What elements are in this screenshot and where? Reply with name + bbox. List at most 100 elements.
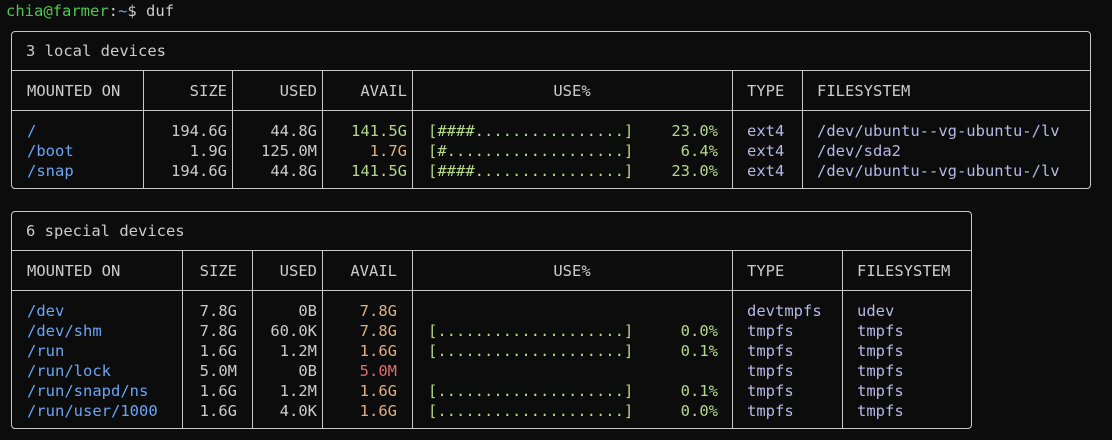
- header-size: SIZE: [189, 82, 227, 100]
- special-devices-table: 6 special devices MOUNTED ON SIZE USED AVAIL…: [11, 211, 972, 429]
- column-separator: [322, 70, 323, 188]
- row-type: tmpfs: [747, 342, 794, 360]
- column-separator: [842, 250, 843, 428]
- local-devices-table: 3 local devices MOUNTED ON SIZE USED AVAIL US…: [11, 31, 1091, 189]
- row-size: 1.6G: [199, 402, 237, 420]
- row-avail: 5.0M: [359, 362, 397, 380]
- prompt-command: duf: [146, 2, 175, 20]
- row-fs: /dev/sda2: [817, 142, 901, 160]
- row-fs: tmpfs: [857, 382, 904, 400]
- row-mount: /boot: [27, 142, 74, 160]
- shell-prompt: chia@farmer:~$ duf: [6, 1, 174, 21]
- row-mount: /dev/shm: [27, 322, 102, 340]
- row-fs: tmpfs: [857, 322, 904, 340]
- row-size: 5.0M: [199, 362, 237, 380]
- header-type: TYPE: [747, 82, 785, 100]
- row-bar-usage-bar: [....................]: [428, 402, 634, 420]
- row-pct: 0.0%: [680, 322, 718, 340]
- column-separator: [182, 250, 183, 428]
- prompt-dollar: $: [127, 2, 137, 20]
- row-type: tmpfs: [747, 402, 794, 420]
- row-pct: 23.0%: [671, 162, 718, 180]
- row-used: 4.0K: [279, 402, 317, 420]
- row-pct: 23.0%: [671, 122, 718, 140]
- row-type: tmpfs: [747, 322, 794, 340]
- caption-divider: [12, 250, 971, 251]
- row-mount: /run/lock: [27, 362, 111, 380]
- row-type: ext4: [747, 142, 785, 160]
- header-size: SIZE: [199, 262, 237, 280]
- row-avail: 141.5G: [351, 162, 407, 180]
- column-separator: [252, 250, 253, 428]
- header-avail: AVAIL: [350, 262, 397, 280]
- special-table-caption: 6 special devices: [26, 222, 185, 240]
- row-mount: /run/user/1000: [27, 402, 158, 420]
- local-table-caption: 3 local devices: [26, 42, 166, 60]
- header-mounted-on: MOUNTED ON: [27, 262, 121, 280]
- row-size: 194.6G: [171, 122, 227, 140]
- row-used: 1.2M: [279, 382, 317, 400]
- row-fs: tmpfs: [857, 342, 904, 360]
- header-used: USED: [279, 262, 317, 280]
- row-fs: tmpfs: [857, 402, 904, 420]
- column-separator: [732, 250, 733, 428]
- row-used: 125.0M: [261, 142, 317, 160]
- row-size: 7.8G: [199, 302, 237, 320]
- header-used: USED: [279, 82, 317, 100]
- row-fs: /dev/ubuntu--vg-ubuntu-/lv: [817, 162, 1060, 180]
- row-avail: 1.6G: [359, 342, 397, 360]
- row-type: ext4: [747, 162, 785, 180]
- row-used: 44.8G: [270, 122, 317, 140]
- row-pct: 6.4%: [680, 142, 718, 160]
- header-use-pct: USE%: [553, 82, 591, 100]
- row-size: 1.6G: [199, 342, 237, 360]
- row-type: ext4: [747, 122, 785, 140]
- column-separator: [232, 70, 233, 188]
- column-separator: [732, 70, 733, 188]
- row-mount: /run/snapd/ns: [27, 382, 149, 400]
- row-bar-usage-bar: [#...................]: [428, 142, 634, 160]
- row-bar-usage-bar: [####................]: [428, 162, 634, 180]
- row-bar-usage-bar: [....................]: [428, 382, 634, 400]
- row-size: 1.9G: [189, 142, 227, 160]
- header-divider: [12, 290, 971, 291]
- row-fs: /dev/ubuntu--vg-ubuntu-/lv: [817, 122, 1060, 140]
- row-bar-usage-bar: [####................]: [428, 122, 634, 140]
- prompt-path: ~: [118, 2, 128, 20]
- row-mount: /snap: [27, 162, 74, 180]
- column-separator: [322, 250, 323, 428]
- header-filesystem: FILESYSTEM: [857, 262, 951, 280]
- row-size: 194.6G: [171, 162, 227, 180]
- row-pct: 0.1%: [680, 382, 718, 400]
- row-used: 60.0K: [270, 322, 317, 340]
- row-avail: 1.6G: [359, 402, 397, 420]
- row-bar-usage-bar: [....................]: [428, 342, 634, 360]
- row-avail: 7.8G: [359, 302, 397, 320]
- row-mount: /: [27, 122, 37, 140]
- row-size: 7.8G: [199, 322, 237, 340]
- row-fs: tmpfs: [857, 362, 904, 380]
- row-type: tmpfs: [747, 382, 794, 400]
- prompt-user-host: chia@farmer: [6, 2, 109, 20]
- row-bar-usage-bar: [428, 301, 648, 321]
- header-use-pct: USE%: [553, 262, 591, 280]
- row-avail: 7.8G: [359, 322, 397, 340]
- row-used: 44.8G: [270, 162, 317, 180]
- row-fs: udev: [857, 302, 895, 320]
- header-avail: AVAIL: [360, 82, 407, 100]
- row-used: 0B: [298, 362, 317, 380]
- column-separator: [802, 70, 803, 188]
- row-pct: 0.1%: [680, 342, 718, 360]
- prompt-separator: :: [108, 2, 118, 20]
- row-bar-usage-bar: [428, 361, 648, 381]
- header-divider: [12, 110, 1090, 111]
- row-avail: 1.6G: [359, 382, 397, 400]
- header-type: TYPE: [747, 262, 785, 280]
- row-type: tmpfs: [747, 362, 794, 380]
- row-used: 1.2M: [279, 342, 317, 360]
- row-pct: 0.0%: [680, 402, 718, 420]
- row-bar-usage-bar: [....................]: [428, 322, 634, 340]
- row-pct: [652, 301, 718, 321]
- row-pct: [652, 361, 718, 381]
- row-type: devtmpfs: [747, 302, 822, 320]
